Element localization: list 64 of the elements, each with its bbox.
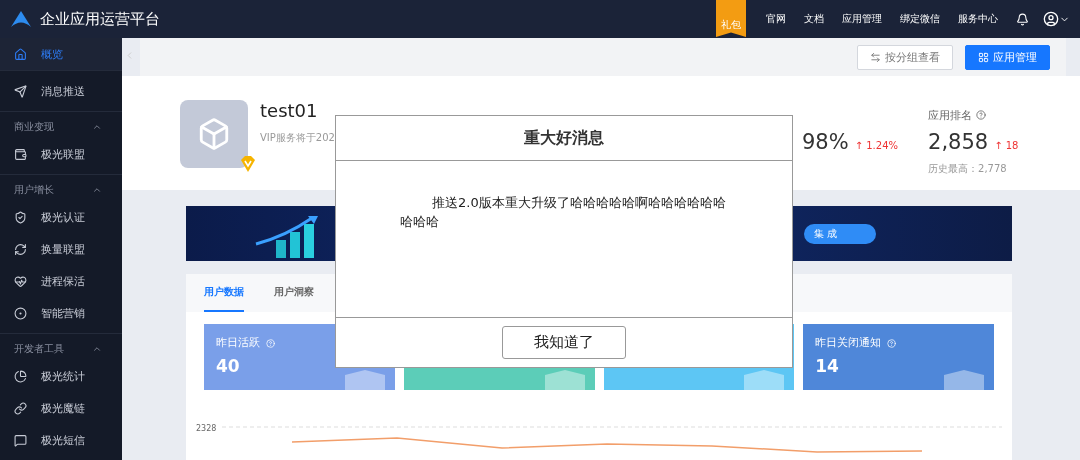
group-title: 商业变现: [14, 120, 54, 134]
nav-link[interactable]: 应用管理: [842, 12, 882, 26]
sidebar-item[interactable]: 换量联盟: [0, 233, 122, 265]
sidebar-item[interactable]: 消息推送: [0, 75, 122, 107]
axis-tick: 2328: [196, 424, 217, 433]
stat-delta: ↑ 18: [994, 140, 1019, 151]
confirm-button[interactable]: 我知道了: [502, 326, 626, 359]
metric-value: 40: [216, 356, 241, 376]
nav-link[interactable]: 绑定微信: [900, 12, 940, 26]
chevron-up-icon[interactable]: [92, 122, 102, 132]
cube-icon: [344, 370, 385, 390]
group-view-button[interactable]: 按分组查看: [857, 44, 953, 70]
link-icon: [14, 401, 27, 415]
app-title: 企业应用运营平台: [40, 9, 160, 29]
metric-label: 昨日关闭通知: [815, 336, 882, 350]
dialog-message: 推送2.0版本重大升级了哈哈哈哈哈啊哈哈哈哈哈哈哈哈哈: [399, 194, 727, 231]
cube-icon: [944, 370, 984, 390]
metric-value: 14: [815, 356, 840, 376]
home-icon: [14, 47, 27, 61]
shield-icon: [14, 210, 27, 224]
group-title: 开发者工具: [14, 342, 64, 356]
swap-icon: [870, 51, 881, 63]
sidebar-item[interactable]: 概览: [0, 38, 122, 70]
sidebar-item[interactable]: 极光统计: [0, 360, 122, 392]
nav-link[interactable]: 服务中心: [958, 12, 998, 26]
tab[interactable]: 用户数据: [204, 274, 244, 312]
message-icon: [14, 433, 27, 447]
nav-link[interactable]: 官网: [766, 12, 786, 26]
stat-delta: ↑ 1.24%: [854, 140, 898, 151]
metric-label: 昨日活跃: [216, 336, 260, 350]
avatar-icon[interactable]: [1043, 11, 1059, 27]
app-name: test01: [260, 100, 318, 121]
chevron-up-icon[interactable]: [92, 344, 102, 354]
cube-icon: [744, 370, 785, 390]
vip-badge-icon: [240, 156, 256, 172]
sidebar-item[interactable]: 极光联盟: [0, 138, 122, 170]
stat-note: 历史最高：2,778: [928, 162, 1008, 176]
nav-link[interactable]: 文档: [804, 12, 824, 26]
heart-pulse-icon: [14, 274, 27, 288]
logo-icon: [10, 10, 32, 28]
chevron-up-icon[interactable]: [92, 185, 102, 195]
stat-label: 应用排名: [928, 107, 972, 123]
pie-chart-icon: [14, 369, 27, 383]
bell-icon[interactable]: [1016, 12, 1029, 26]
wallet-icon: [14, 147, 27, 161]
sidebar-item[interactable]: 进程保活: [0, 265, 122, 297]
sidebar-item[interactable]: 极光魔链: [0, 392, 122, 424]
cube-icon: [197, 117, 231, 151]
refresh-icon: [14, 242, 27, 256]
dialog-title: 重大好消息: [336, 116, 792, 161]
send-icon: [14, 84, 27, 98]
sidebar-item[interactable]: 智能营销: [0, 297, 122, 329]
stat-value: 2,858: [928, 130, 989, 154]
stat-value: 98%: [802, 130, 849, 154]
group-title: 用户增长: [14, 183, 54, 197]
vip-note: VIP服务将于202: [260, 131, 336, 145]
help-icon[interactable]: [976, 110, 986, 120]
manage-button[interactable]: 应用管理: [965, 44, 1050, 70]
tab[interactable]: 用户洞察: [274, 274, 314, 312]
sidebar-item[interactable]: 极光认证: [0, 201, 122, 233]
grid-icon: [978, 51, 989, 63]
cube-icon: [544, 370, 585, 390]
sidebar-item[interactable]: 极光短信: [0, 424, 122, 456]
target-icon: [14, 306, 27, 320]
